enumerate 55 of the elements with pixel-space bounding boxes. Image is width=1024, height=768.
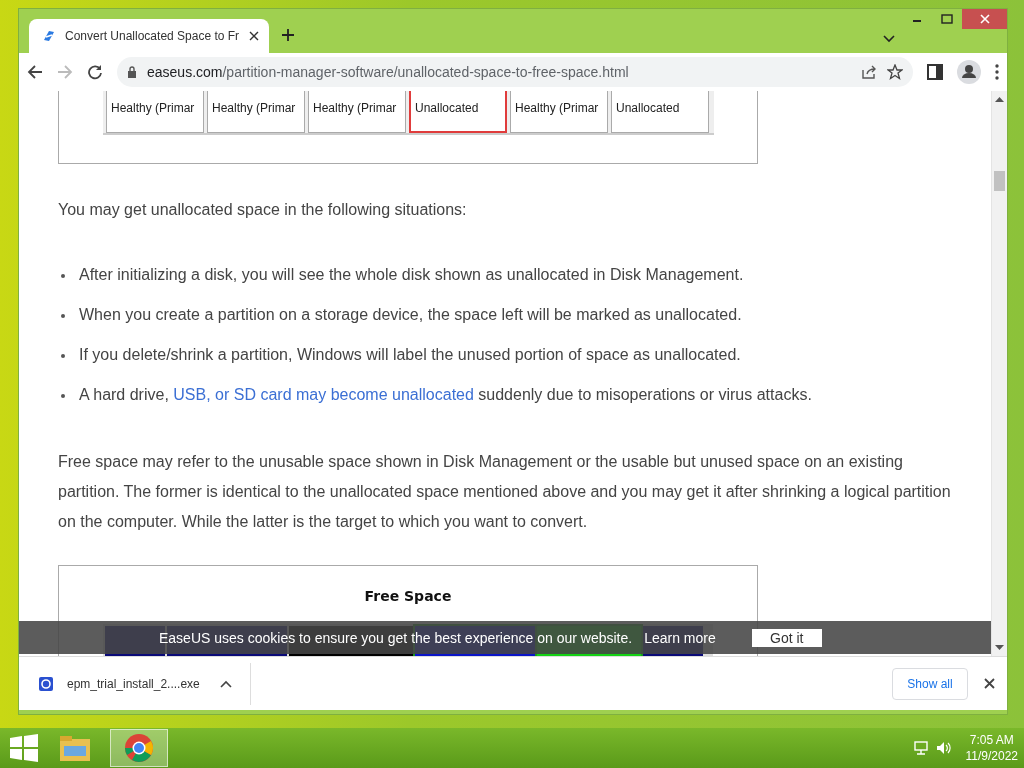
partition-label: Healthy (Primar — [106, 91, 204, 133]
profile-icon[interactable] — [957, 60, 981, 84]
installer-icon — [39, 676, 53, 691]
learn-more-link[interactable]: Learn more — [644, 629, 716, 646]
browser-tab[interactable]: Convert Unallocated Space to Fr — [29, 19, 269, 53]
speaker-icon[interactable] — [935, 741, 952, 755]
scroll-up-icon[interactable] — [995, 96, 1004, 102]
browser-logo-icon — [124, 733, 154, 763]
menu-icon[interactable] — [995, 64, 999, 80]
bullet-icon — [61, 274, 65, 278]
scrollbar-thumb[interactable] — [994, 171, 1005, 191]
bullet-icon — [61, 314, 65, 318]
star-icon[interactable] — [887, 64, 903, 80]
intro-text: You may get unallocated space in the following situations: — [58, 200, 468, 220]
close-icon[interactable] — [249, 31, 259, 41]
bullet-text: After initializing a disk, you will see the whole disk shown as unallocated in Disk Management. — [79, 265, 744, 285]
partition-label: Unallocated — [409, 91, 507, 133]
bullet-text: If you delete/shrink a partition, Windows will label the unused portion of space as unallocated. — [79, 345, 741, 365]
new-tab-icon[interactable] — [281, 28, 295, 42]
scroll-down-icon[interactable] — [995, 645, 1004, 651]
show-all-button[interactable]: Show all — [892, 667, 968, 700]
browser-taskbar-button[interactable] — [110, 729, 168, 767]
tab-title: Convert Unallocated Space to Fr — [65, 29, 241, 43]
cookie-message: EaseUS uses cookies to ensure you get the best experience on our website. — [159, 629, 633, 646]
download-file-name[interactable]: epm_trial_install_2....exe — [67, 676, 200, 691]
close-icon[interactable] — [984, 678, 995, 689]
chevron-down-icon[interactable] — [883, 35, 895, 43]
reload-icon[interactable] — [87, 64, 103, 80]
share-icon[interactable] — [861, 64, 877, 80]
bullet-text: A hard drive, USB, or SD card may become unallocated suddenly due to misoperations or virus attacks. — [79, 385, 812, 405]
side-panel-icon[interactable] — [927, 64, 943, 80]
address-bar[interactable]: easeus.com/partition-manager-software/unallocated-space-to-free-space.html — [117, 57, 913, 87]
maximize-icon — [941, 14, 953, 24]
bullet-icon — [61, 394, 65, 398]
folder-icon — [59, 734, 91, 762]
partition-label: Healthy (Primar — [207, 91, 305, 133]
start-icon[interactable] — [10, 734, 38, 762]
bullet-icon — [61, 354, 65, 358]
partition-label: Healthy (Primar — [308, 91, 406, 133]
partition-label: Healthy (Primar — [510, 91, 608, 133]
figure-title: Free Space — [363, 588, 453, 604]
close-icon — [979, 14, 990, 24]
bullet-text: When you create a partition on a storage device, the space left will be marked as unallocated. — [79, 305, 742, 325]
url-text: easeus.com/partition-manager-software/unallocated-space-to-free-space.html — [147, 64, 630, 80]
tab-logo-icon — [41, 28, 57, 44]
text-link[interactable]: USB, or SD card may become unallocated — [173, 386, 474, 403]
partition-label: Unallocated — [611, 91, 709, 133]
scrollbar[interactable] — [991, 91, 1007, 656]
chevron-up-icon[interactable] — [219, 679, 232, 688]
back-icon[interactable] — [27, 64, 43, 80]
close-button[interactable] — [962, 9, 1007, 29]
body-paragraph: Free space may refer to the unusable space shown in Disk Management or the usable but unused space on an existing partition. The former is identical to the unallocated space mentioned above and you may get it after shrinking a logical partition on the computer. While the latter is the target to which you want to convert. — [58, 452, 952, 532]
got-it-button[interactable]: Got it — [751, 628, 822, 647]
lock-icon — [127, 66, 137, 78]
network-icon[interactable] — [913, 741, 928, 755]
